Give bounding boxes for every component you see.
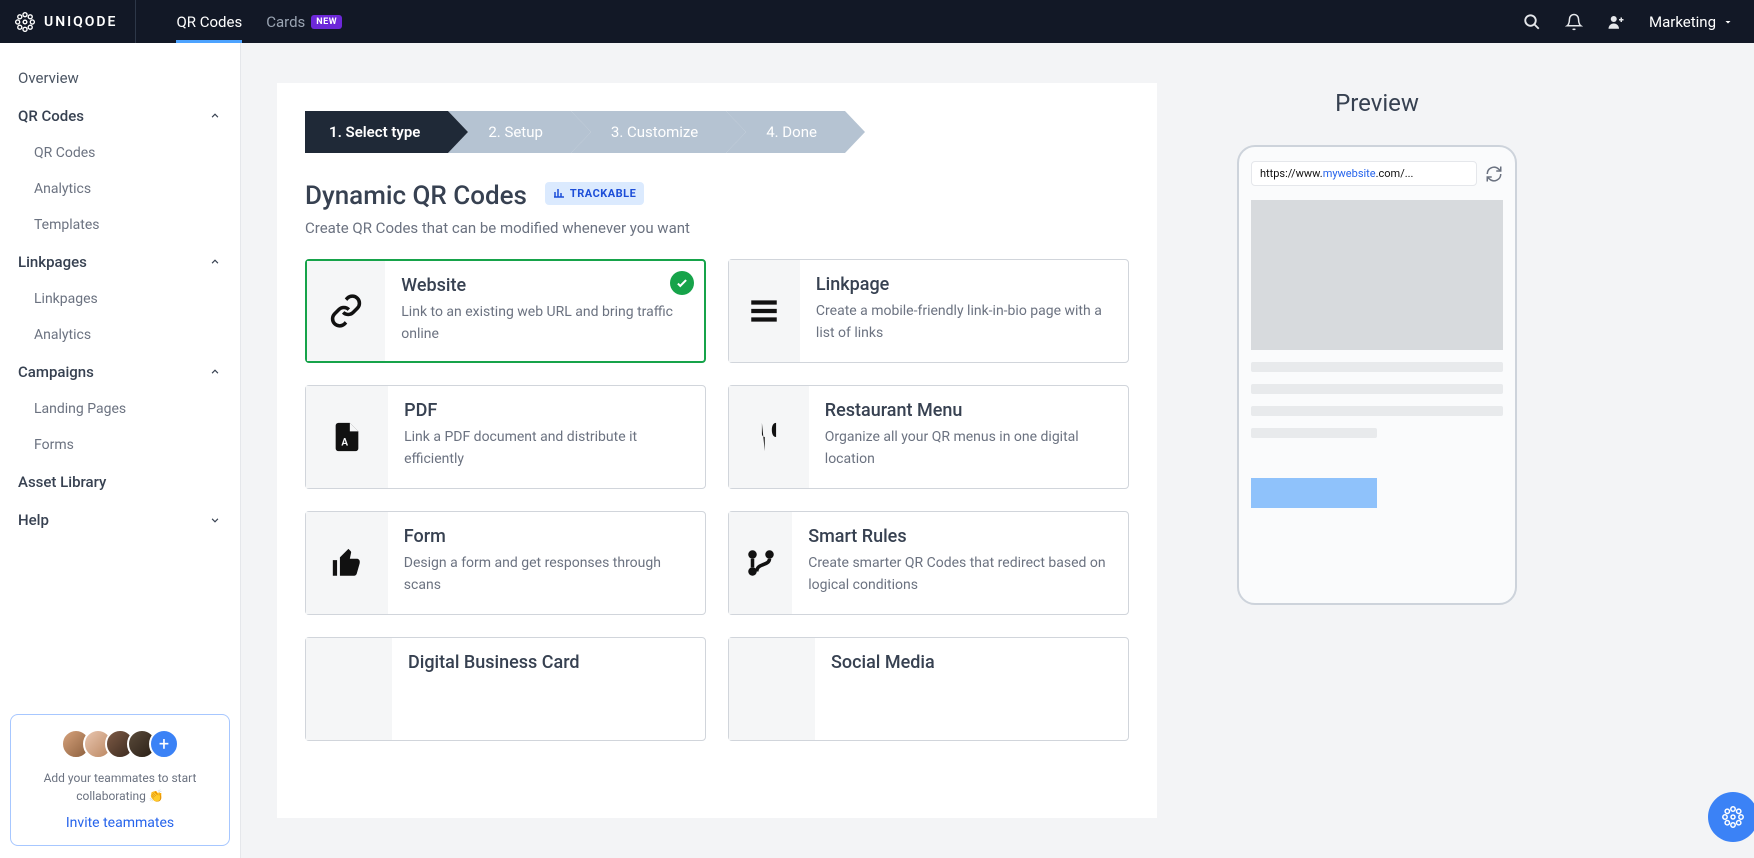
chevron-up-icon <box>208 365 222 379</box>
type-desc: Design a form and get responses through … <box>404 553 687 596</box>
type-desc: Link a PDF document and distribute it ef… <box>404 427 687 470</box>
sidebar-item-qr-codes[interactable]: QR Codes <box>10 135 230 171</box>
new-badge: NEW <box>311 15 342 29</box>
chart-icon <box>553 187 565 199</box>
type-title: Website <box>401 275 686 296</box>
qr-type-grid: Website Link to an existing web URL and b… <box>305 259 1129 741</box>
skeleton-line <box>1251 384 1503 394</box>
link-icon <box>307 261 385 361</box>
qr-type-social-media[interactable]: Social Media <box>728 637 1129 741</box>
wizard-step-3[interactable]: 3. Customize <box>571 111 726 153</box>
type-desc: Create smarter QR Codes that redirect ba… <box>808 553 1110 596</box>
brand-name: UNIQODE <box>44 14 117 30</box>
type-desc: Create a mobile-friendly link-in-bio pag… <box>816 301 1110 344</box>
team-invite-text: Add your teammates to start collaboratin… <box>23 769 217 805</box>
food-icon <box>729 386 809 488</box>
page-subtitle: Create QR Codes that can be modified whe… <box>305 219 1129 237</box>
phone-mockup: https://www.mywebsite.com/... <box>1237 145 1517 605</box>
preview-url: https://www.mywebsite.com/... <box>1251 161 1477 186</box>
type-desc: Organize all your QR menus in one digita… <box>825 427 1110 470</box>
chevron-up-icon <box>208 109 222 123</box>
skeleton-button <box>1251 478 1377 508</box>
type-title: Linkpage <box>816 274 1110 295</box>
top-tabs: QR Codes CardsNEW <box>136 0 342 43</box>
sidebar-group-linkpages[interactable]: Linkpages <box>10 243 230 281</box>
top-tab-qr-codes[interactable]: QR Codes <box>176 0 242 43</box>
team-invite-box: + Add your teammates to start collaborat… <box>10 714 230 846</box>
sidebar-group-campaigns[interactable]: Campaigns <box>10 353 230 391</box>
brand-logo-icon <box>1721 805 1745 829</box>
menu-icon <box>729 260 800 362</box>
sidebar-item-analytics[interactable]: Analytics <box>10 171 230 207</box>
skeleton-line <box>1251 428 1377 438</box>
add-teammate-icon[interactable]: + <box>149 729 179 759</box>
skeleton-line <box>1251 362 1503 372</box>
chevron-down-icon <box>208 513 222 527</box>
qr-type-smart-rules[interactable]: Smart Rules Create smarter QR Codes that … <box>728 511 1129 615</box>
refresh-icon[interactable] <box>1485 165 1503 183</box>
sidebar-item-analytics[interactable]: Analytics <box>10 317 230 353</box>
type-title: Restaurant Menu <box>825 400 1110 421</box>
sidebar-item-landing-pages[interactable]: Landing Pages <box>10 391 230 427</box>
branch-icon <box>729 512 792 614</box>
skeleton-line <box>1251 406 1503 416</box>
top-nav: UNIQODE QR Codes CardsNEW Marketing <box>0 0 1754 43</box>
-icon <box>729 638 815 740</box>
qr-type-restaurant-menu[interactable]: Restaurant Menu Organize all your QR menu… <box>728 385 1129 489</box>
type-desc: Link to an existing web URL and bring tr… <box>401 302 686 345</box>
type-title: Digital Business Card <box>408 652 580 673</box>
top-tab-cards[interactable]: CardsNEW <box>266 0 342 43</box>
sidebar-item-forms[interactable]: Forms <box>10 427 230 463</box>
preview-column: Preview https://www.mywebsite.com/... <box>1197 83 1557 818</box>
-icon <box>306 638 392 740</box>
skeleton-image <box>1251 200 1503 350</box>
type-title: PDF <box>404 400 687 421</box>
brand[interactable]: UNIQODE <box>0 0 136 43</box>
qr-type-digital-business-card[interactable]: Digital Business Card <box>305 637 706 741</box>
pdf-icon: A <box>306 386 388 488</box>
content-card: 1. Select type2. Setup3. Customize4. Don… <box>277 83 1157 818</box>
check-icon <box>670 271 694 295</box>
sidebar-item-linkpages[interactable]: Linkpages <box>10 281 230 317</box>
search-icon[interactable] <box>1523 13 1541 31</box>
brand-logo-icon <box>14 11 36 33</box>
thumb-icon <box>306 512 388 614</box>
chevron-up-icon <box>208 255 222 269</box>
account-name: Marketing <box>1649 13 1716 31</box>
qr-type-website[interactable]: Website Link to an existing web URL and b… <box>305 259 706 363</box>
trackable-text: TRACKABLE <box>570 187 636 200</box>
preview-title: Preview <box>1335 83 1419 145</box>
wizard-steps: 1. Select type2. Setup3. Customize4. Don… <box>305 111 1129 153</box>
account-menu[interactable]: Marketing <box>1649 13 1734 31</box>
type-title: Form <box>404 526 687 547</box>
sidebar: OverviewQR CodesQR CodesAnalyticsTemplat… <box>0 43 241 858</box>
type-title: Social Media <box>831 652 935 673</box>
bell-icon[interactable] <box>1565 13 1583 31</box>
qr-type-form[interactable]: Form Design a form and get responses thro… <box>305 511 706 615</box>
chevron-down-icon <box>1722 16 1734 28</box>
sidebar-item-templates[interactable]: Templates <box>10 207 230 243</box>
trackable-badge: TRACKABLE <box>545 182 644 205</box>
sidebar-overview[interactable]: Overview <box>10 59 230 97</box>
type-title: Smart Rules <box>808 526 1110 547</box>
sidebar-asset-library[interactable]: Asset Library <box>10 463 230 501</box>
invite-teammates-link[interactable]: Invite teammates <box>23 815 217 831</box>
help-fab[interactable] <box>1708 792 1754 842</box>
sidebar-help[interactable]: Help <box>10 501 230 539</box>
svg-text:A: A <box>341 438 348 449</box>
sidebar-group-qr codes[interactable]: QR Codes <box>10 97 230 135</box>
add-user-icon[interactable] <box>1607 13 1625 31</box>
teammate-avatars: + <box>23 729 217 759</box>
page-title: Dynamic QR Codes <box>305 181 527 211</box>
qr-type-pdf[interactable]: A PDF Link a PDF document and distribute i… <box>305 385 706 489</box>
wizard-step-1[interactable]: 1. Select type <box>305 111 448 153</box>
qr-type-linkpage[interactable]: Linkpage Create a mobile-friendly link-in… <box>728 259 1129 363</box>
